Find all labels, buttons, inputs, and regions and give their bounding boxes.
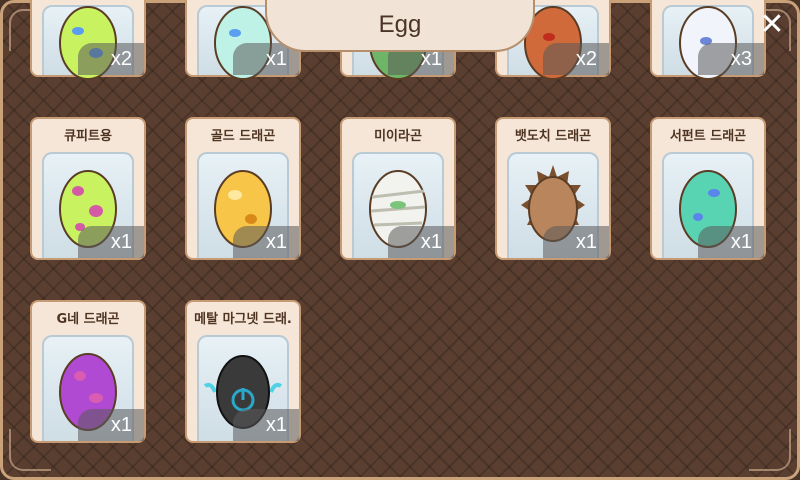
egg-card[interactable]: 미이라곤 x1 — [340, 117, 456, 260]
egg-count: x1 — [698, 226, 764, 258]
panel-title: Egg — [378, 11, 422, 38]
egg-name: 메탈 마그넷 드래. — [194, 312, 292, 327]
egg-count: x1 — [388, 226, 454, 258]
egg-count: x3 — [698, 43, 764, 75]
close-icon: ✕ — [759, 6, 785, 42]
egg-count: x2 — [543, 43, 609, 75]
egg-card[interactable]: G네 드래곤 x1 — [30, 300, 146, 443]
egg-count: x1 — [78, 226, 144, 258]
egg-name: 미이라곤 — [374, 129, 422, 144]
egg-card[interactable]: x2 — [30, 0, 146, 80]
egg-card[interactable]: 서펀트 드래곤 x1 — [650, 117, 766, 260]
egg-name: G네 드래곤 — [56, 312, 120, 327]
egg-card[interactable]: 뱃도치 드래곤 x1 — [495, 117, 611, 260]
egg-count: x1 — [78, 409, 144, 441]
egg-name: 서펀트 드래곤 — [669, 129, 747, 144]
egg-count: x2 — [78, 43, 144, 75]
title-tab: Egg — [265, 0, 535, 52]
egg-name: 큐피트용 — [64, 129, 112, 144]
egg-name: 뱃도치 드래곤 — [514, 129, 592, 144]
egg-card[interactable]: x3 — [650, 0, 766, 80]
egg-count: x1 — [233, 226, 299, 258]
egg-card[interactable]: 큐피트용 x1 — [30, 117, 146, 260]
close-button[interactable]: ✕ — [754, 6, 790, 42]
corner-ornament — [749, 429, 791, 471]
egg-card[interactable]: 골드 드래곤 x1 — [185, 117, 301, 260]
egg-count: x1 — [233, 409, 299, 441]
egg-count: x1 — [543, 226, 609, 258]
egg-name: 골드 드래곤 — [210, 129, 276, 144]
egg-card[interactable]: 메탈 마그넷 드래. x1 — [185, 300, 301, 443]
